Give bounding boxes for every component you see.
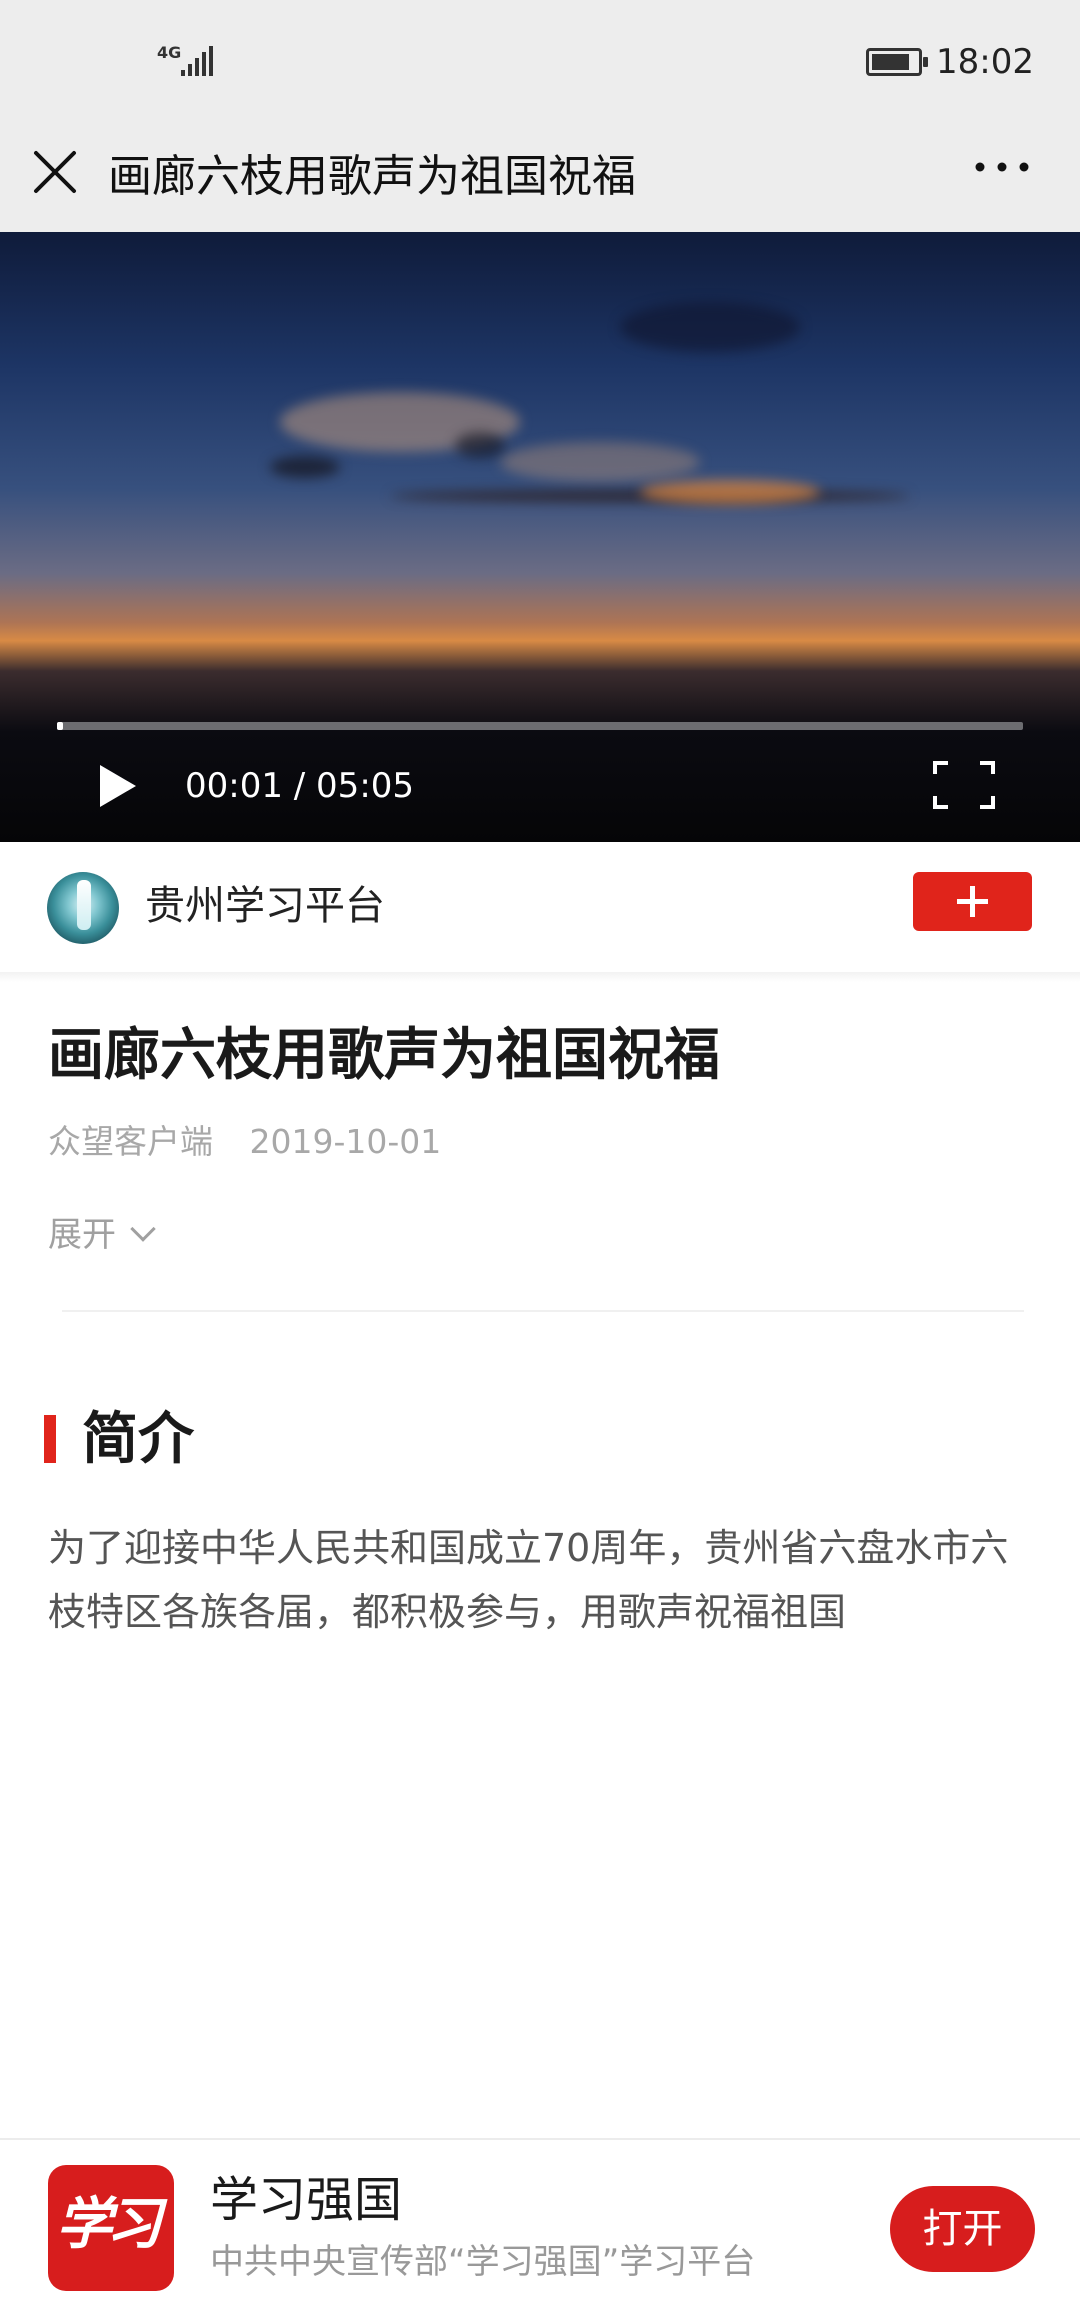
sky-cloud [500, 442, 700, 482]
sunset-glow [640, 480, 820, 504]
article-title: 画廊六枝用歌声为祖国祝福 [48, 1023, 720, 1088]
signal-indicator: 4G [157, 44, 213, 80]
intro-text: 为了迎接中华人民共和国成立70周年，贵州省六盘水市六枝特区各族各届，都积极参与，… [48, 1526, 1009, 1634]
video-progress-bar[interactable] [57, 722, 1023, 730]
channel-row: 贵州学习平台 [0, 842, 1080, 972]
expand-button[interactable]: 展开 [48, 1213, 156, 1257]
page-title: 画廊六枝用歌声为祖国祝福 [108, 151, 636, 202]
waterfall-image [77, 880, 91, 930]
channel-avatar[interactable] [47, 872, 119, 944]
fullscreen-icon [933, 761, 995, 809]
article-meta: 众望客户端 2019-10-01 [48, 1120, 441, 1164]
article-date: 2019-10-01 [249, 1122, 442, 1161]
status-time: 18:02 [936, 42, 1034, 82]
open-app-button[interactable]: 打开 [890, 2186, 1035, 2272]
close-button[interactable] [28, 145, 84, 201]
app-banner: 学习 学习强国 中共中央宣传部“学习强国”学习平台 打开 [0, 2140, 1080, 2310]
close-icon [34, 151, 76, 193]
section-marker [44, 1415, 56, 1463]
more-icon [975, 162, 1029, 172]
app-logo-text: 学习 [56, 2191, 162, 2257]
network-type-label: 4G [157, 43, 182, 62]
follow-button[interactable] [913, 872, 1032, 931]
navigation-bar: 画廊六枝用歌声为祖国祝福 [0, 125, 1080, 232]
video-time: 00:01 / 05:05 [185, 766, 415, 806]
play-icon [100, 765, 136, 807]
app-description: 中共中央宣传部“学习强国”学习平台 [210, 2242, 756, 2282]
video-player[interactable]: 00:01 / 05:05 [0, 232, 1080, 842]
sky-cloud [270, 456, 340, 478]
status-bar: 4G 18:02 [0, 0, 1080, 125]
video-progress-fill [57, 722, 63, 730]
play-button[interactable] [96, 762, 140, 810]
signal-bars-icon [181, 46, 213, 76]
sky-cloud [455, 432, 505, 458]
app-logo: 学习 [48, 2165, 174, 2291]
more-options-button[interactable] [966, 149, 1040, 205]
section-heading: 简介 [82, 1407, 194, 1472]
divider [62, 1310, 1024, 1312]
section-separator [0, 972, 1080, 982]
app-name: 学习强国 [210, 2172, 403, 2228]
chevron-down-icon [130, 1216, 156, 1242]
battery-icon [866, 48, 928, 76]
sky-cloud [620, 302, 800, 352]
fullscreen-button[interactable] [932, 760, 996, 810]
battery-level [872, 54, 909, 70]
channel-name[interactable]: 贵州学习平台 [145, 880, 385, 932]
article-source: 众望客户端 [48, 1122, 213, 1161]
expand-label: 展开 [48, 1215, 116, 1255]
